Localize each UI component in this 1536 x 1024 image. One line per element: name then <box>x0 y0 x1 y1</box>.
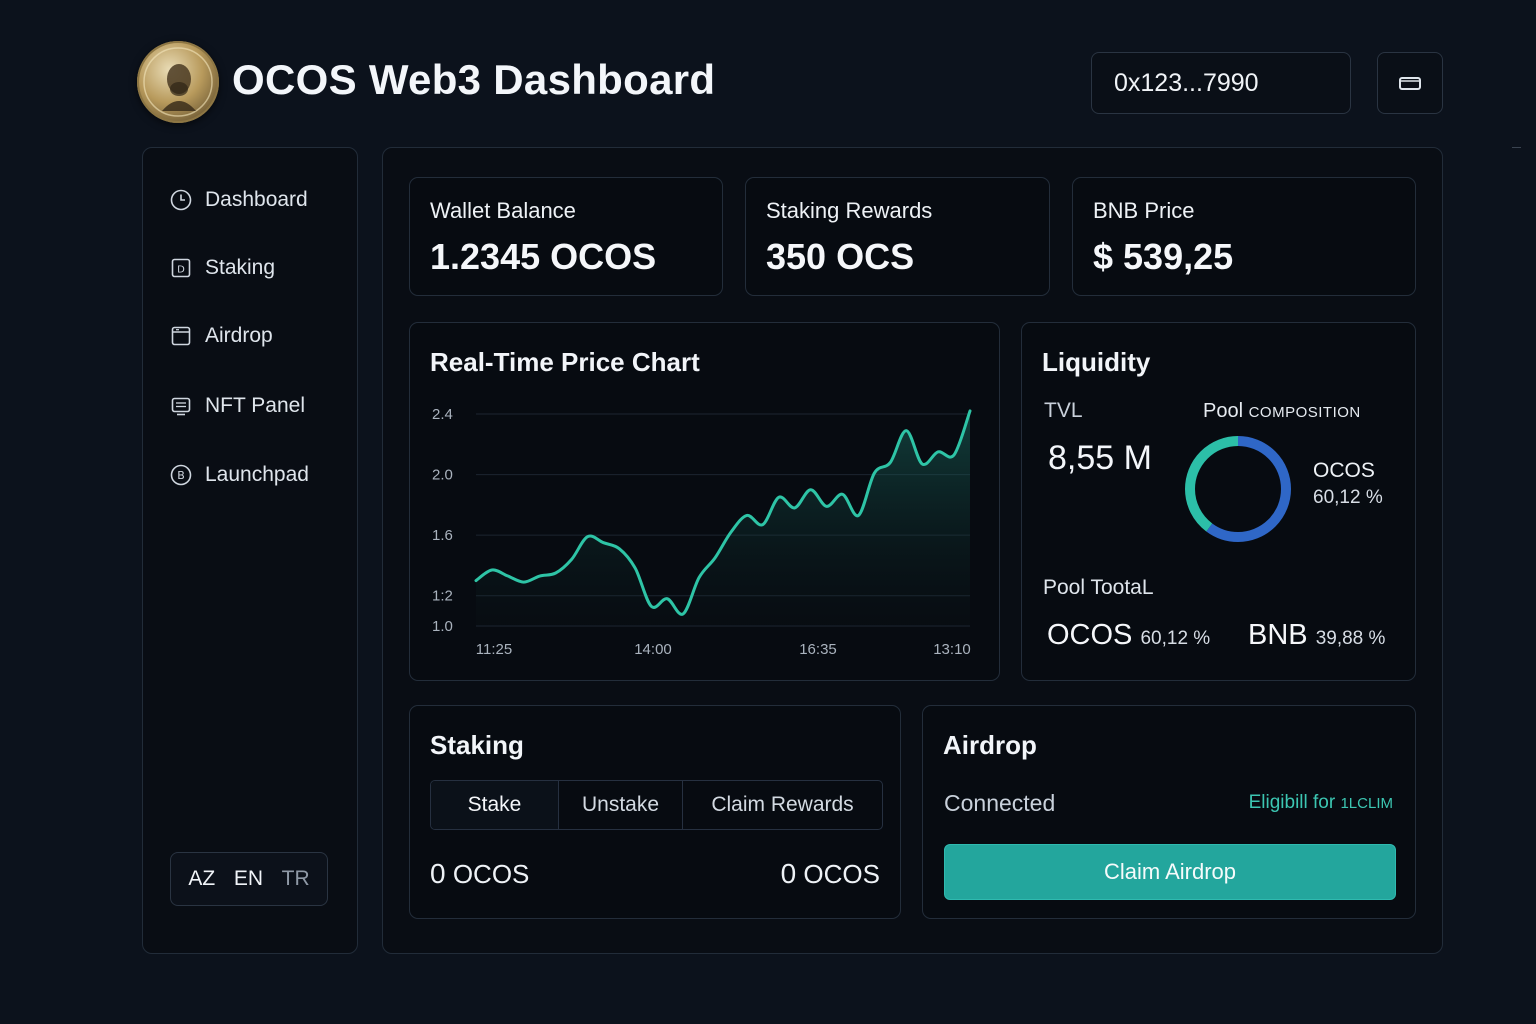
x-tick-label: 14:00 <box>634 641 672 658</box>
price-chart[interactable]: 2.4 2.0 1.6 1:2 1.0 11:25 14:00 16:35 13:10 <box>410 323 1001 682</box>
staking-tabs: Stake Unstake Claim Rewards <box>430 780 883 830</box>
lang-tr[interactable]: TR <box>282 867 310 891</box>
pool-total-label: Pool TootaL <box>1043 576 1154 599</box>
edge-divider <box>1512 147 1521 148</box>
airdrop-title: Airdrop <box>943 730 1037 760</box>
sidebar-item-label: Launchpad <box>205 463 309 486</box>
staking-rewards-card: Staking Rewards 350 OCS <box>745 177 1050 296</box>
price-area-fill <box>476 410 970 626</box>
liquidity-title: Liquidity <box>1042 347 1151 377</box>
stat-label: Staking Rewards <box>766 198 933 223</box>
lang-en[interactable]: EN <box>234 867 263 891</box>
price-chart-card: Real-Time Price Chart 2.4 2.0 1.6 1:2 1.0 11:… <box>409 322 1000 681</box>
tvl-value: 8,55 M <box>1048 439 1152 477</box>
nft-panel-icon <box>169 394 193 418</box>
language-switcher: AZ EN TR <box>170 852 328 906</box>
y-tick-label: 2.4 <box>432 406 453 423</box>
airdrop-status: Connected <box>944 790 1056 816</box>
pool-composition-label: Pool COMPOSITION <box>1203 400 1361 422</box>
x-tick-label: 16:35 <box>799 641 837 658</box>
stat-label: BNB Price <box>1093 198 1195 223</box>
app-title: OCOS Web3 Dashboard <box>232 56 716 103</box>
tab-claim-rewards[interactable]: Claim Rewards <box>683 781 882 829</box>
wallet-balance-card: Wallet Balance 1.2345 OCOS <box>409 177 723 296</box>
sidebar-item-airdrop[interactable]: Airdrop <box>169 321 273 351</box>
y-tick-label: 1.6 <box>432 527 453 544</box>
svg-text:D: D <box>177 265 185 276</box>
pool-token-ocos: OCOS 60,12 % <box>1047 619 1211 651</box>
donut-legend-pct: 60,12 % <box>1313 487 1383 508</box>
tvl-label: TVL <box>1044 399 1083 422</box>
tab-unstake[interactable]: Unstake <box>559 781 683 829</box>
sidebar-item-staking[interactable]: D Staking <box>169 253 275 283</box>
sidebar-item-label: Staking <box>205 256 276 279</box>
bnb-price-card: BNB Price $ 539,25 <box>1072 177 1416 296</box>
wallet-balance-value: 1.2345 OCOS <box>430 236 657 277</box>
stat-label: Wallet Balance <box>430 198 576 223</box>
claim-airdrop-button[interactable]: Claim Airdrop <box>944 844 1396 900</box>
wallet-address-field[interactable]: 0x123...7990 <box>1091 52 1351 114</box>
pool-composition-donut <box>1185 436 1291 542</box>
sidebar-item-dashboard[interactable]: Dashboard <box>169 185 308 215</box>
sidebar-item-label: Dashboard <box>205 188 308 211</box>
donut-legend-name: OCOS <box>1313 459 1375 482</box>
staking-square-icon: D <box>169 256 193 280</box>
liquidity-card: Liquidity TVL 8,55 M Pool COMPOSITION OC… <box>1021 322 1416 681</box>
y-tick-label: 1:2 <box>432 588 453 605</box>
sidebar-item-launchpad[interactable]: B Launchpad <box>169 460 309 490</box>
staking-title: Staking <box>430 730 524 760</box>
x-tick-label: 13:10 <box>933 641 971 658</box>
staking-card: Staking Stake Unstake Claim Rewards 0 OC… <box>409 705 901 919</box>
staked-amount: 0 OCOS <box>780 858 880 889</box>
sidebar-item-label: NFT Panel <box>205 394 305 417</box>
wallet-button[interactable] <box>1377 52 1443 114</box>
tab-stake[interactable]: Stake <box>431 781 559 829</box>
airdrop-eligibility: Eligibill for 1LCLIM <box>1248 792 1393 813</box>
main-panel: Wallet Balance 1.2345 OCOS Staking Rewar… <box>382 147 1443 954</box>
y-tick-label: 1.0 <box>432 618 453 635</box>
sidebar-item-label: Airdrop <box>205 324 273 347</box>
clock-icon <box>169 188 193 212</box>
launchpad-coin-icon: B <box>169 463 193 487</box>
sidebar: Dashboard D Staking Airdrop NFT Panel B … <box>142 147 358 954</box>
airdrop-card: Airdrop Connected Eligibill for 1LCLIM C… <box>922 705 1416 919</box>
coin-portrait-logo <box>137 41 219 123</box>
airdrop-box-icon <box>169 324 193 348</box>
y-tick-label: 2.0 <box>432 467 453 484</box>
wallet-icon <box>1399 77 1421 90</box>
logo-portrait-icon <box>143 47 213 117</box>
bnb-price-value: $ 539,25 <box>1093 236 1234 277</box>
lang-az[interactable]: AZ <box>188 867 215 891</box>
pool-token-bnb: BNB 39,88 % <box>1248 619 1386 651</box>
x-tick-label: 11:25 <box>476 641 512 658</box>
staking-rewards-value: 350 OCS <box>766 236 915 277</box>
stake-amount: 0 OCOS <box>430 858 530 889</box>
sidebar-item-nft-panel[interactable]: NFT Panel <box>169 391 305 421</box>
svg-text:B: B <box>177 469 185 482</box>
